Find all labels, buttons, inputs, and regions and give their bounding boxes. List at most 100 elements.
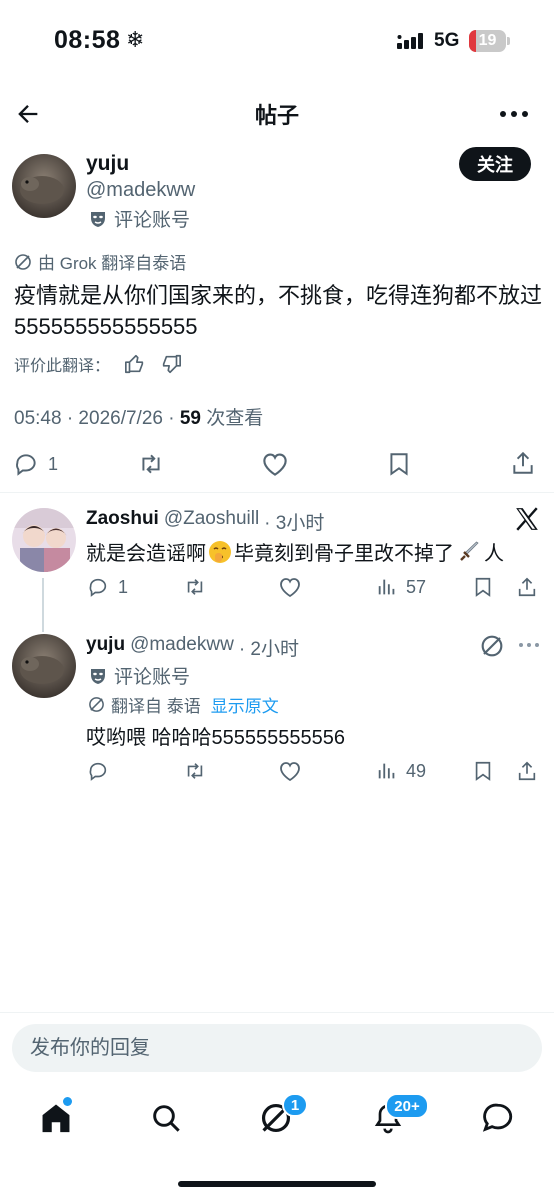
reply-text-part: 毕竟刻到骨子里改不掉了 [234,543,454,565]
author-handle[interactable]: @madekww [86,179,195,202]
reply-header: yuju @madekww · 2小时 [86,634,299,661]
reply-icon [86,576,110,598]
post-timestamp: 05:48 · 2026/7/26 · [14,408,180,429]
reply-count: 1 [48,453,59,474]
like-button[interactable] [260,451,290,477]
rate-translation-label: 评价此翻译： [14,358,111,375]
grok-icon[interactable] [480,634,504,658]
grok-icon [14,253,32,271]
battery-level: 19 [478,32,497,49]
avatar[interactable] [12,154,76,218]
network-label: 5G [434,30,460,51]
thumbs-up-icon[interactable] [124,353,146,375]
view-count: 57 [406,576,427,597]
nav-search[interactable] [146,1098,186,1138]
author-name[interactable]: yuju [86,152,129,176]
snowflake-icon: ❄ [126,27,145,52]
bookmark-button[interactable] [472,760,494,782]
share-button[interactable] [510,449,536,477]
retweet-button[interactable] [135,451,167,477]
retweet-icon [182,576,208,598]
reply-author-name[interactable]: yuju [86,634,125,661]
divider [0,1012,554,1013]
post-text: 疫情就是从你们国家来的，不挑食，吃得连狗都不放过555555555555555 [14,283,543,339]
retweet-icon [182,760,208,782]
reply-button[interactable]: 1 [12,451,58,477]
battery-nub [507,37,510,45]
share-button[interactable] [516,575,538,599]
rate-translation: 评价此翻译： [14,352,182,376]
share-icon [516,575,538,599]
home-icon [39,1101,73,1135]
translation-note-text: 由 Grok 翻译自泰语 [38,254,187,273]
signal-icon [397,33,427,49]
chat-bubble-icon [481,1101,515,1135]
more-options-icon[interactable] [518,640,540,650]
reply-text-part: 人 [484,543,504,565]
reply-author-handle[interactable]: @Zaoshuill [164,508,259,535]
thread-line [42,578,44,632]
translation-note: 由 Grok 翻译自泰语 [14,249,186,274]
account-label: 评论账号 [88,205,190,232]
translation-note: 翻译自 泰语 显示原文 [88,692,279,717]
share-button[interactable] [516,759,538,783]
status-time: 08:58 [54,26,121,54]
divider [0,492,554,493]
thumbs-down-icon[interactable] [160,353,182,375]
bookmark-icon [472,576,494,598]
view-count: 49 [406,760,427,781]
translation-note-text: 翻译自 泰语 [111,697,201,716]
view-count: 59 [179,408,201,429]
reply-count: 1 [118,576,129,597]
bookmark-icon [472,760,494,782]
search-icon [150,1102,182,1134]
avatar[interactable] [12,634,76,698]
like-button[interactable] [278,760,302,782]
mask-icon [88,209,108,229]
grok-badge: 1 [282,1093,308,1117]
bookmark-button[interactable] [472,576,494,598]
heart-icon [278,576,302,598]
battery-icon: 19 [469,30,506,52]
shushing-face-icon [208,540,232,564]
views-chart-icon [376,576,398,598]
view-label: 次查看 [200,408,264,429]
views-button[interactable]: 49 [376,760,426,782]
reply-text-part: 就是会造谣啊 [86,543,206,565]
reply-button[interactable]: 1 [86,576,128,598]
reply-composer-input[interactable] [12,1024,542,1072]
reply-icon [86,760,110,782]
bookmark-button[interactable] [386,451,412,477]
retweet-icon [135,451,167,477]
heart-icon [260,451,290,477]
follow-button[interactable]: 关注 [459,147,531,181]
post-meta: 05:48 · 2026/7/26 · 59 次查看 [14,403,263,430]
account-label-text: 评论账号 [114,210,191,231]
reply-author-name[interactable]: Zaoshui [86,508,159,535]
mask-icon [88,666,108,686]
reply-time: · 3小时 [264,513,325,534]
avatar[interactable] [12,508,76,572]
x-logo-icon [514,506,540,532]
account-label: 评论账号 [88,662,190,689]
dagger-icon [457,540,481,564]
account-label-text: 评论账号 [114,667,191,688]
like-button[interactable] [278,576,302,598]
reply-author-handle[interactable]: @madekww [130,634,234,661]
more-options-icon[interactable] [499,102,529,126]
bookmark-icon [386,451,412,477]
retweet-button[interactable] [182,760,208,782]
reply-icon [12,451,40,477]
nav-messages[interactable] [478,1098,518,1138]
home-unread-dot [63,1097,72,1106]
retweet-button[interactable] [182,576,208,598]
home-indicator [178,1181,376,1187]
reply-button[interactable] [86,760,110,782]
heart-icon [278,760,302,782]
notifications-badge: 20+ [385,1093,429,1119]
show-original-link[interactable]: 显示原文 [211,692,279,717]
reply-time: · 2小时 [238,639,300,660]
views-button[interactable]: 57 [376,576,426,598]
views-chart-icon [376,760,398,782]
page-title: 帖子 [254,103,299,128]
